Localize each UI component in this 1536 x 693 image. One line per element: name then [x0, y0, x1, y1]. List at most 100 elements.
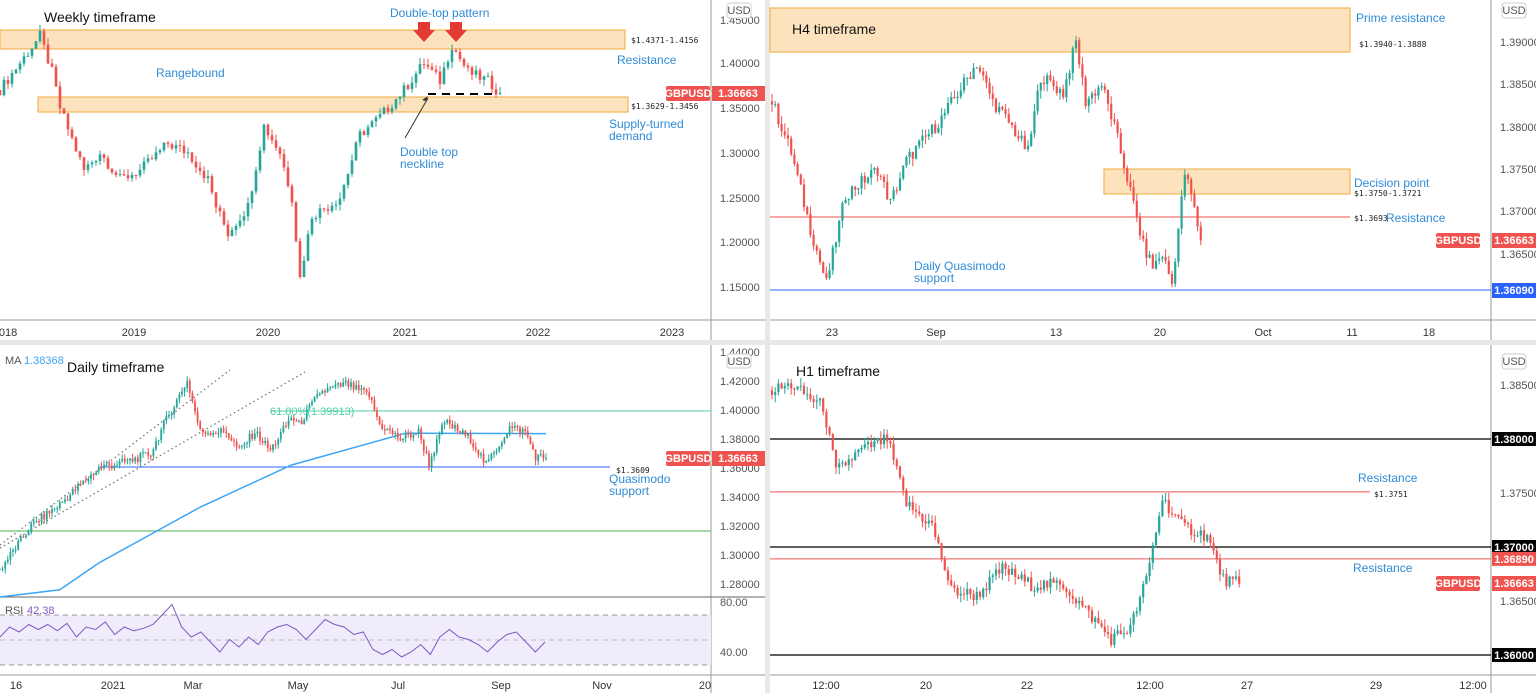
- candle: [1046, 580, 1049, 592]
- candle-body: [158, 150, 162, 153]
- candle-body: [334, 384, 337, 387]
- candle-body: [466, 65, 470, 68]
- candle-body: [368, 392, 371, 398]
- decision-point-zone[interactable]: [1103, 168, 1351, 195]
- candle-body: [426, 64, 430, 67]
- price-axis[interactable]: 1.38500 1.37500 1.36500: [1500, 380, 1536, 608]
- demand-zone[interactable]: [37, 96, 629, 113]
- daily-chart-panel[interactable]: MA 1.38368 Daily timeframe 61.80%(1.3991…: [0, 345, 765, 693]
- candle-body: [511, 426, 514, 428]
- prime-resistance-label: Prime resistance: [1356, 11, 1446, 25]
- candle: [783, 382, 786, 394]
- time-axis[interactable]: 2018 2019 2020 2021 2022 2023: [0, 327, 684, 339]
- candle-body: [889, 441, 892, 444]
- time-axis[interactable]: 16 2021 Mar May Jul Sep Nov 20: [10, 680, 711, 692]
- candle: [1001, 560, 1004, 581]
- candle: [233, 437, 235, 447]
- candle: [532, 441, 534, 450]
- h4-chart-panel[interactable]: H4 timeframe Prime resistance $1.3940-1.…: [769, 0, 1536, 340]
- candle: [1113, 628, 1116, 648]
- price-axis[interactable]: 1.39000 1.38500 1.38000 1.37500 1.37000 1.365…: [1500, 37, 1536, 261]
- candle-body: [391, 430, 394, 435]
- candle-body: [1122, 153, 1126, 169]
- panel-divider-horizontal[interactable]: [0, 340, 1536, 345]
- panel-divider-vertical[interactable]: [765, 0, 770, 693]
- candle-body: [982, 588, 985, 598]
- candle-body: [956, 96, 959, 98]
- candle: [1030, 571, 1033, 592]
- candle: [1036, 84, 1039, 115]
- candle: [866, 176, 870, 185]
- candle-body: [186, 380, 189, 388]
- candle: [114, 170, 118, 178]
- candle: [806, 205, 809, 216]
- candle-body: [1001, 106, 1004, 110]
- candle-body: [214, 192, 218, 208]
- candle: [314, 215, 318, 223]
- candle-body: [972, 67, 975, 79]
- candle-body: [339, 383, 342, 387]
- candle-body: [225, 431, 228, 434]
- candle-body: [194, 161, 198, 168]
- resistance-zone[interactable]: [0, 29, 626, 50]
- candle-body: [32, 521, 35, 524]
- candle: [34, 41, 38, 49]
- candle: [391, 427, 394, 436]
- candle-body: [94, 160, 98, 163]
- candle-body: [279, 431, 282, 440]
- moving-average-line[interactable]: [0, 432, 547, 598]
- candle: [1180, 189, 1183, 235]
- candle-body: [854, 452, 857, 461]
- price-axis[interactable]: 1.450001.400001.350001.300001.250001.200…: [720, 15, 760, 294]
- price-axis[interactable]: 1.440001.420001.400001.380001.360001.340…: [720, 347, 760, 591]
- candle-body: [815, 400, 818, 402]
- candle: [415, 433, 417, 436]
- channel-line-lower[interactable]: [0, 369, 231, 546]
- candle-body: [86, 164, 90, 170]
- panel-title: Daily timeframe: [67, 359, 164, 375]
- candle: [1209, 532, 1212, 548]
- candle-body: [905, 157, 908, 166]
- candle: [74, 136, 78, 152]
- candle: [953, 581, 956, 593]
- candle-body: [1030, 133, 1033, 146]
- candle-body: [138, 169, 142, 176]
- candle-body: [1036, 90, 1039, 112]
- candle-body: [1042, 580, 1046, 590]
- candle: [430, 62, 434, 71]
- price-tick-label: 1.39000: [1500, 37, 1536, 49]
- weekly-chart-panel[interactable]: Weekly timeframe Double-top pattern $1.4…: [0, 0, 765, 340]
- candle: [272, 443, 274, 453]
- candle: [1103, 83, 1106, 94]
- symbol-tag-text: GBPUSD: [664, 88, 711, 100]
- candle-body: [1135, 200, 1138, 218]
- candle-body: [324, 390, 326, 393]
- candle-body: [253, 433, 256, 439]
- candle: [318, 204, 322, 225]
- candle-body: [389, 428, 391, 431]
- candle: [90, 471, 92, 484]
- candle-body: [402, 438, 404, 441]
- candle: [786, 378, 790, 390]
- candle: [988, 570, 991, 595]
- time-axis[interactable]: 12:00 20 22 12:00 27 29 12:00: [812, 680, 1487, 692]
- candle-body: [1055, 86, 1058, 93]
- candle-body: [383, 429, 386, 431]
- price-tick-label: 1.38500: [1500, 79, 1536, 91]
- channel-line-upper[interactable]: [0, 371, 306, 549]
- candle: [1215, 547, 1218, 564]
- candle-body: [841, 462, 844, 464]
- time-axis[interactable]: 23 Sep 13 20 Oct 11 18: [826, 327, 1435, 339]
- h1-chart-panel[interactable]: 1.380001.370001.368901.36000 H1 timefram…: [770, 345, 1536, 693]
- candle: [168, 410, 170, 420]
- candle: [860, 172, 863, 195]
- candle: [262, 123, 266, 154]
- candle-body: [485, 460, 488, 463]
- candle: [870, 434, 873, 453]
- candle: [1068, 69, 1071, 86]
- candle-body: [812, 399, 815, 402]
- candle-body: [114, 172, 118, 175]
- candle: [474, 65, 478, 79]
- candle-body: [1023, 135, 1026, 150]
- candle-body: [95, 471, 98, 476]
